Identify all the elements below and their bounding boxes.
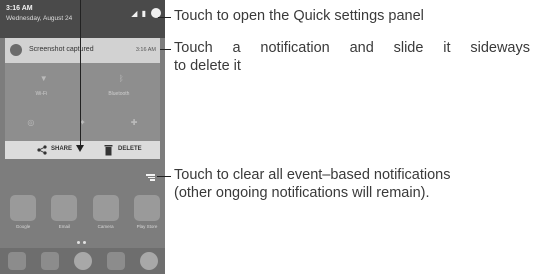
caption-clear: Touch to clear all event–based notificat…	[174, 167, 450, 202]
contacts-app-icon[interactable]	[40, 252, 59, 270]
caption-quick-settings-text: Touch to open the Quick settings panel	[174, 8, 424, 24]
delete-button[interactable]: DELETE	[118, 146, 142, 152]
share-button[interactable]: SHARE	[51, 146, 72, 152]
play-store-app-icon[interactable]: Play Store	[133, 195, 160, 229]
app-label: Camera	[97, 224, 114, 229]
google-app-icon[interactable]: Google	[10, 195, 36, 229]
leader-line-quick-settings	[158, 17, 171, 18]
screenshot-icon	[10, 44, 22, 56]
caption-clear-line1: Touch to clear all event–based notificat…	[174, 167, 451, 183]
phone-screenshot: 3:16 AM Wednesday, August 24 ◢ ▮ Screens…	[0, 0, 165, 274]
notification-screenshot-captured[interactable]: Screenshot captured 3:16 AM	[5, 38, 160, 63]
app-label: Email	[58, 224, 70, 229]
wifi-icon[interactable]: ▼	[39, 75, 49, 83]
quick-settings-panel: ▼ ᛒ Wi-Fi Bluetooth ◎ ✦ ✚	[5, 63, 160, 141]
app-drawer-icon[interactable]	[73, 252, 92, 270]
signal-icon: ◢	[131, 9, 139, 18]
status-icons: ◢ ▮	[131, 9, 147, 18]
location-icon[interactable]: ✚	[129, 119, 139, 127]
status-date: Wednesday, August 24	[6, 15, 73, 22]
page-indicator	[77, 241, 86, 244]
swipe-arrow-line	[80, 0, 81, 148]
caption-notification: Touch a notification and slide it sidewa…	[174, 40, 530, 75]
caption-notification-line2: to delete it	[174, 57, 241, 74]
status-bar: 3:16 AM Wednesday, August 24 ◢ ▮	[0, 0, 165, 38]
notification-time: 3:16 AM	[135, 47, 156, 53]
app-label: Google	[15, 224, 31, 229]
rotation-icon[interactable]: ◎	[26, 119, 36, 127]
messages-app-icon[interactable]	[106, 252, 125, 270]
email-app-icon[interactable]: Email	[51, 195, 78, 229]
dock	[0, 248, 165, 274]
bluetooth-icon[interactable]: ᛒ	[116, 75, 126, 83]
bluetooth-label: Bluetooth	[108, 91, 130, 97]
status-time: 3:16 AM	[6, 5, 33, 12]
flashlight-icon[interactable]: ✦	[77, 119, 87, 127]
swipe-arrow-head	[76, 145, 84, 152]
wifi-label: Wi-Fi	[35, 91, 48, 97]
leader-line-notification	[160, 49, 171, 50]
phone-app-icon[interactable]	[7, 252, 26, 270]
browser-app-icon[interactable]	[139, 252, 158, 270]
notification-title: Screenshot captured	[29, 46, 94, 53]
caption-quick-settings: Touch to open the Quick settings panel	[174, 8, 424, 26]
home-app-row: Google Email Camera Play Store	[10, 195, 160, 229]
app-label: Play Store	[136, 224, 158, 229]
leader-line-clear	[157, 176, 171, 177]
camera-app-icon[interactable]: Camera	[92, 195, 119, 229]
battery-icon: ▮	[141, 9, 147, 18]
caption-notification-line1: Touch a notification and slide it sidewa…	[174, 40, 530, 56]
clear-all-icon[interactable]	[146, 174, 155, 181]
caption-clear-line2: (other ongoing notifications will remain…	[174, 184, 430, 201]
delete-icon[interactable]	[104, 144, 113, 156]
share-icon[interactable]	[37, 145, 47, 155]
